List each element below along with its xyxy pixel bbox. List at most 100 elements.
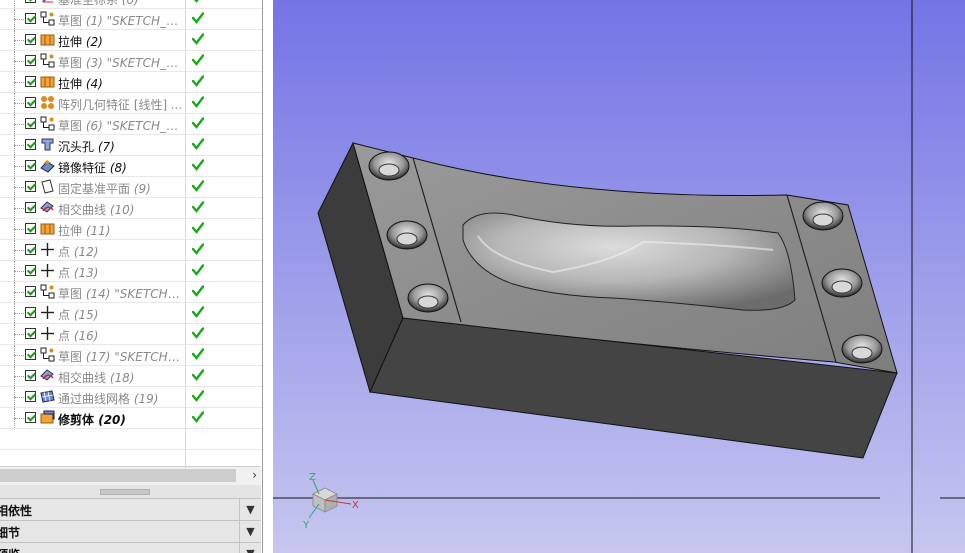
visibility-checkbox[interactable]	[25, 307, 36, 318]
tree-node[interactable]: 修剪体 (20)	[0, 408, 262, 429]
tree-node[interactable]: 草图 (6) "SKETCH_0...	[0, 114, 262, 135]
section-details[interactable]: 细节 ▼	[0, 520, 261, 542]
tree-node[interactable]: 草图 (14) "SKETCH_...	[0, 282, 262, 303]
status-check-icon	[191, 54, 205, 66]
mirror-feature-icon	[40, 158, 55, 173]
section-dependencies[interactable]: 相依性 ▼	[0, 498, 261, 520]
graphics-viewport[interactable]: Z X Y	[273, 0, 965, 553]
status-check-icon	[191, 285, 205, 297]
tree-node[interactable]: 点 (12)	[0, 240, 262, 261]
tree-node[interactable]: 固定基准平面 (9)	[0, 177, 262, 198]
triad-x-label: X	[352, 500, 359, 511]
tree-node[interactable]: 草图 (17) "SKETCH_...	[0, 345, 262, 366]
visibility-checkbox[interactable]	[25, 349, 36, 360]
status-check-icon	[191, 222, 205, 234]
column-separator	[185, 135, 186, 155]
visibility-checkbox[interactable]	[25, 391, 36, 402]
tree-branch-line	[14, 250, 24, 251]
tree-node[interactable]: 基准坐标系 (0)	[0, 0, 262, 9]
panel-splitter[interactable]	[0, 485, 261, 498]
tree-node[interactable]: 点 (13)	[0, 261, 262, 282]
scroll-right-arrow-icon[interactable]: ›	[252, 468, 257, 482]
visibility-checkbox[interactable]	[25, 412, 36, 423]
column-separator	[185, 156, 186, 176]
visibility-checkbox[interactable]	[25, 370, 36, 381]
tree-node[interactable]: 草图 (1) "SKETCH_0...	[0, 9, 262, 30]
tree-node-label: 草图 (14) "SKETCH_...	[58, 285, 183, 302]
column-separator	[185, 282, 186, 302]
pattern-icon	[40, 95, 55, 110]
visibility-checkbox[interactable]	[25, 328, 36, 339]
tree-branch-line	[14, 103, 24, 104]
feature-index: (7)	[97, 140, 115, 154]
visibility-checkbox[interactable]	[25, 76, 36, 87]
tree-branch-line	[14, 61, 24, 62]
visibility-checkbox[interactable]	[25, 160, 36, 171]
feature-index: (10)	[109, 203, 135, 217]
tree-node-label: 草图 (6) "SKETCH_0...	[58, 117, 183, 134]
tree-node[interactable]: 拉伸 (2)	[0, 30, 262, 51]
column-separator	[185, 219, 186, 239]
section-preview[interactable]: 预览 ▼	[0, 542, 261, 553]
tree-node-label: 沉头孔 (7)	[58, 138, 183, 155]
counterbore-hole-icon	[40, 137, 55, 152]
visibility-checkbox[interactable]	[25, 244, 36, 255]
feature-name: 点	[58, 266, 71, 280]
tree-node[interactable]: 点 (15)	[0, 303, 262, 324]
visibility-checkbox[interactable]	[25, 265, 36, 276]
tree-node[interactable]: 点 (16)	[0, 324, 262, 345]
feature-name: 沉头孔	[58, 140, 95, 154]
visibility-checkbox[interactable]	[25, 13, 36, 24]
visibility-checkbox[interactable]	[25, 97, 36, 108]
tree-node[interactable]: 相交曲线 (18)	[0, 366, 262, 387]
feature-index: (3) "SKETCH_0...	[85, 56, 183, 70]
feature-index: (17) "SKETCH_...	[85, 350, 183, 364]
horizontal-scrollbar[interactable]: ›	[0, 466, 261, 485]
column-separator	[185, 177, 186, 197]
tree-node[interactable]: 镜像特征 (8)	[0, 156, 262, 177]
status-check-icon	[191, 159, 205, 171]
column-separator	[185, 0, 186, 8]
section-preview-label: 预览	[0, 546, 20, 553]
tree-node-label: 固定基准平面 (9)	[58, 180, 183, 197]
tree-branch-line	[14, 376, 24, 377]
tree-node[interactable]: 拉伸 (4)	[0, 72, 262, 93]
status-check-icon	[191, 264, 205, 276]
visibility-checkbox[interactable]	[25, 34, 36, 45]
sketch-icon	[40, 116, 55, 131]
tree-branch-line	[14, 166, 24, 167]
tree-node[interactable]: 阵列几何特征 [线性] ...	[0, 93, 262, 114]
chevron-down-icon[interactable]: ▼	[239, 521, 261, 542]
splitter-grip[interactable]	[100, 489, 150, 495]
tree-node[interactable]: 拉伸 (11)	[0, 219, 262, 240]
status-check-icon	[191, 180, 205, 192]
tree-node[interactable]: 相交曲线 (10)	[0, 198, 262, 219]
tree-branch-line	[14, 334, 24, 335]
tree-node-label: 镜像特征 (8)	[58, 159, 183, 176]
visibility-checkbox[interactable]	[25, 223, 36, 234]
visibility-checkbox[interactable]	[25, 286, 36, 297]
feature-name: 点	[58, 329, 71, 343]
visibility-checkbox[interactable]	[25, 181, 36, 192]
chevron-down-icon[interactable]: ▼	[239, 499, 261, 520]
tree-node[interactable]: 通过曲线网格 (19)	[0, 387, 262, 408]
model-view[interactable]: Z X Y	[273, 0, 965, 553]
visibility-checkbox[interactable]	[25, 139, 36, 150]
tree-node-label: 草图 (17) "SKETCH_...	[58, 348, 183, 365]
feature-name: 相交曲线	[58, 371, 107, 385]
visibility-checkbox[interactable]	[25, 118, 36, 129]
visibility-checkbox[interactable]	[25, 0, 36, 3]
tree-node[interactable]: 沉头孔 (7)	[0, 135, 262, 156]
status-check-icon	[192, 0, 204, 3]
feature-name: 拉伸	[58, 35, 83, 49]
tree-node-label: 拉伸 (2)	[58, 33, 183, 50]
visibility-checkbox[interactable]	[25, 202, 36, 213]
feature-index: (2)	[85, 35, 103, 49]
chevron-down-icon[interactable]: ▼	[239, 543, 261, 553]
scrollbar-thumb[interactable]	[0, 469, 236, 482]
column-separator	[185, 198, 186, 218]
tree-node-label: 点 (16)	[58, 327, 183, 344]
visibility-checkbox[interactable]	[25, 55, 36, 66]
tree-node[interactable]: 草图 (3) "SKETCH_0...	[0, 51, 262, 72]
feature-index: (9)	[133, 182, 151, 196]
